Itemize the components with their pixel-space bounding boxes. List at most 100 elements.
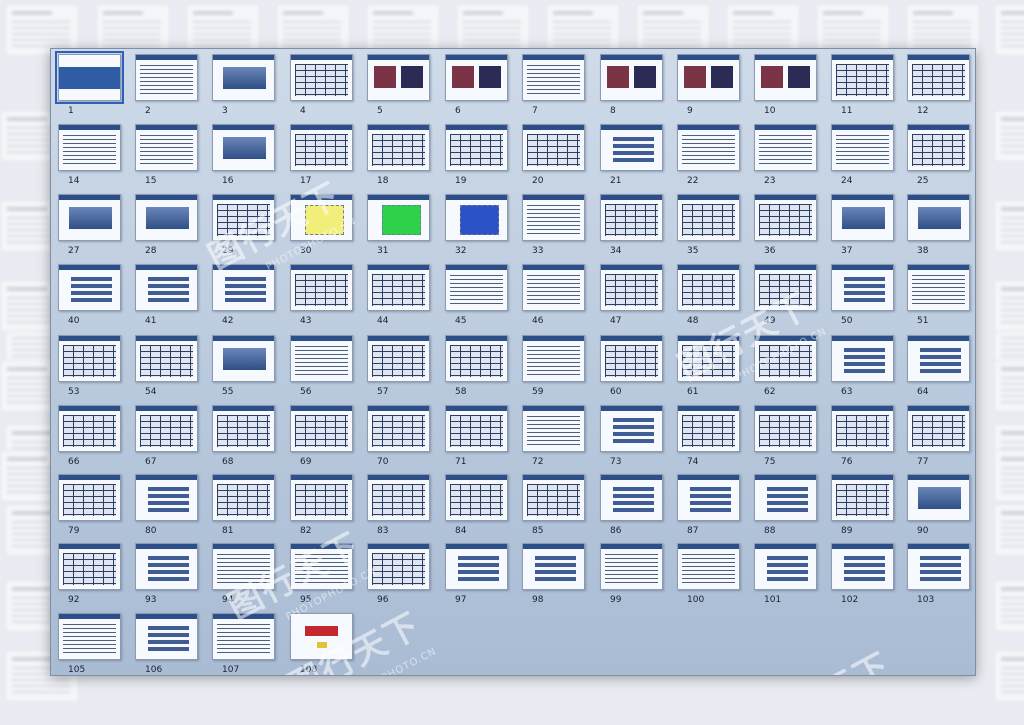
slide-thumbnail-15[interactable] [135, 124, 198, 171]
slide-thumbnail-45[interactable] [445, 264, 508, 311]
slide-thumbnail-67[interactable] [135, 405, 198, 452]
slide-thumbnail-48[interactable] [677, 264, 740, 311]
slide-thumbnail-37[interactable] [831, 194, 894, 241]
slide-thumbnail-6[interactable] [445, 54, 508, 101]
slide-thumbnail-33[interactable] [522, 194, 585, 241]
slide-thumbnail-29[interactable] [212, 194, 275, 241]
slide-thumbnail-75[interactable] [754, 405, 817, 452]
slide-thumbnail-86[interactable] [600, 474, 663, 521]
slide-thumbnail-12[interactable] [907, 54, 970, 101]
slide-thumbnail-79[interactable] [58, 474, 121, 521]
slide-thumbnail-50[interactable] [831, 264, 894, 311]
slide-thumbnail-19[interactable] [445, 124, 508, 171]
slide-thumbnail-53[interactable] [58, 335, 121, 382]
slide-thumbnail-97[interactable] [445, 543, 508, 590]
slide-thumbnail-57[interactable] [367, 335, 430, 382]
slide-thumbnail-44[interactable] [367, 264, 430, 311]
slide-thumbnail-30[interactable] [290, 194, 353, 241]
slide-thumbnail-62[interactable] [754, 335, 817, 382]
slide-thumbnail-93[interactable] [135, 543, 198, 590]
slide-thumbnail-2[interactable] [135, 54, 198, 101]
slide-thumbnail-22[interactable] [677, 124, 740, 171]
slide-thumbnail-61[interactable] [677, 335, 740, 382]
slide-thumbnail-68[interactable] [212, 405, 275, 452]
slide-thumbnail-98[interactable] [522, 543, 585, 590]
slide-thumbnail-83[interactable] [367, 474, 430, 521]
slide-thumbnail-88[interactable] [754, 474, 817, 521]
slide-sorter-window[interactable]: 1 2 3 4 5 6 7 8 9 10 11 12 14 15 16 17 18 19 20 21 22 23 24 25 2… [50, 48, 976, 676]
slide-thumbnail-16[interactable] [212, 124, 275, 171]
slide-thumbnail-25[interactable] [907, 124, 970, 171]
slide-thumbnail-14[interactable] [58, 124, 121, 171]
slide-thumbnail-8[interactable] [600, 54, 663, 101]
slide-thumbnail-95[interactable] [290, 543, 353, 590]
slide-thumbnail-90[interactable] [907, 474, 970, 521]
slide-thumbnail-56[interactable] [290, 335, 353, 382]
slide-thumbnail-38[interactable] [907, 194, 970, 241]
slide-thumbnail-59[interactable] [522, 335, 585, 382]
slide-thumbnail-72[interactable] [522, 405, 585, 452]
slide-thumbnail-94[interactable] [212, 543, 275, 590]
slide-thumbnail-69[interactable] [290, 405, 353, 452]
slide-thumbnail-31[interactable] [367, 194, 430, 241]
slide-thumbnail-18[interactable] [367, 124, 430, 171]
slide-thumbnail-4[interactable] [290, 54, 353, 101]
slide-thumbnail-89[interactable] [831, 474, 894, 521]
slide-thumbnail-23[interactable] [754, 124, 817, 171]
slide-thumbnail-24[interactable] [831, 124, 894, 171]
slide-thumbnail-71[interactable] [445, 405, 508, 452]
slide-thumbnail-58[interactable] [445, 335, 508, 382]
slide-thumbnail-7[interactable] [522, 54, 585, 101]
slide-thumbnail-20[interactable] [522, 124, 585, 171]
slide-thumbnail-47[interactable] [600, 264, 663, 311]
slide-thumbnail-21[interactable] [600, 124, 663, 171]
slide-thumbnail-34[interactable] [600, 194, 663, 241]
slide-thumbnail-43[interactable] [290, 264, 353, 311]
slide-thumbnail-11[interactable] [831, 54, 894, 101]
slide-thumbnail-10[interactable] [754, 54, 817, 101]
slide-thumbnail-46[interactable] [522, 264, 585, 311]
slide-thumbnail-106[interactable] [135, 613, 198, 660]
slide-thumbnail-107[interactable] [212, 613, 275, 660]
slide-thumbnail-17[interactable] [290, 124, 353, 171]
slide-thumbnail-9[interactable] [677, 54, 740, 101]
slide-thumbnail-70[interactable] [367, 405, 430, 452]
slide-thumbnail-84[interactable] [445, 474, 508, 521]
slide-thumbnail-41[interactable] [135, 264, 198, 311]
slide-thumbnail-73[interactable] [600, 405, 663, 452]
slide-thumbnail-103[interactable] [907, 543, 970, 590]
slide-thumbnail-100[interactable] [677, 543, 740, 590]
slide-thumbnail-74[interactable] [677, 405, 740, 452]
slide-thumbnail-76[interactable] [831, 405, 894, 452]
slide-thumbnail-80[interactable] [135, 474, 198, 521]
slide-thumbnail-5[interactable] [367, 54, 430, 101]
slide-thumbnail-99[interactable] [600, 543, 663, 590]
slide-thumbnail-35[interactable] [677, 194, 740, 241]
slide-thumbnail-81[interactable] [212, 474, 275, 521]
slide-thumbnail-51[interactable] [907, 264, 970, 311]
slide-thumbnail-102[interactable] [831, 543, 894, 590]
slide-thumbnail-66[interactable] [58, 405, 121, 452]
slide-thumbnail-27[interactable] [58, 194, 121, 241]
slide-thumbnail-42[interactable] [212, 264, 275, 311]
slide-thumbnail-40[interactable] [58, 264, 121, 311]
slide-thumbnail-60[interactable] [600, 335, 663, 382]
slide-thumbnail-105[interactable] [58, 613, 121, 660]
slide-thumbnail-92[interactable] [58, 543, 121, 590]
slide-thumbnail-77[interactable] [907, 405, 970, 452]
slide-thumbnail-1[interactable] [55, 51, 124, 104]
slide-thumbnail-54[interactable] [135, 335, 198, 382]
slide-thumbnail-82[interactable] [290, 474, 353, 521]
slide-thumbnail-96[interactable] [367, 543, 430, 590]
slide-thumbnail-64[interactable] [907, 335, 970, 382]
slide-thumbnail-108[interactable] [290, 613, 353, 660]
slide-thumbnail-28[interactable] [135, 194, 198, 241]
slide-thumbnail-36[interactable] [754, 194, 817, 241]
slide-thumbnail-85[interactable] [522, 474, 585, 521]
slide-thumbnail-101[interactable] [754, 543, 817, 590]
slide-thumbnail-32[interactable] [445, 194, 508, 241]
slide-thumbnail-63[interactable] [831, 335, 894, 382]
slide-thumbnail-55[interactable] [212, 335, 275, 382]
slide-thumbnail-49[interactable] [754, 264, 817, 311]
slide-thumbnail-87[interactable] [677, 474, 740, 521]
